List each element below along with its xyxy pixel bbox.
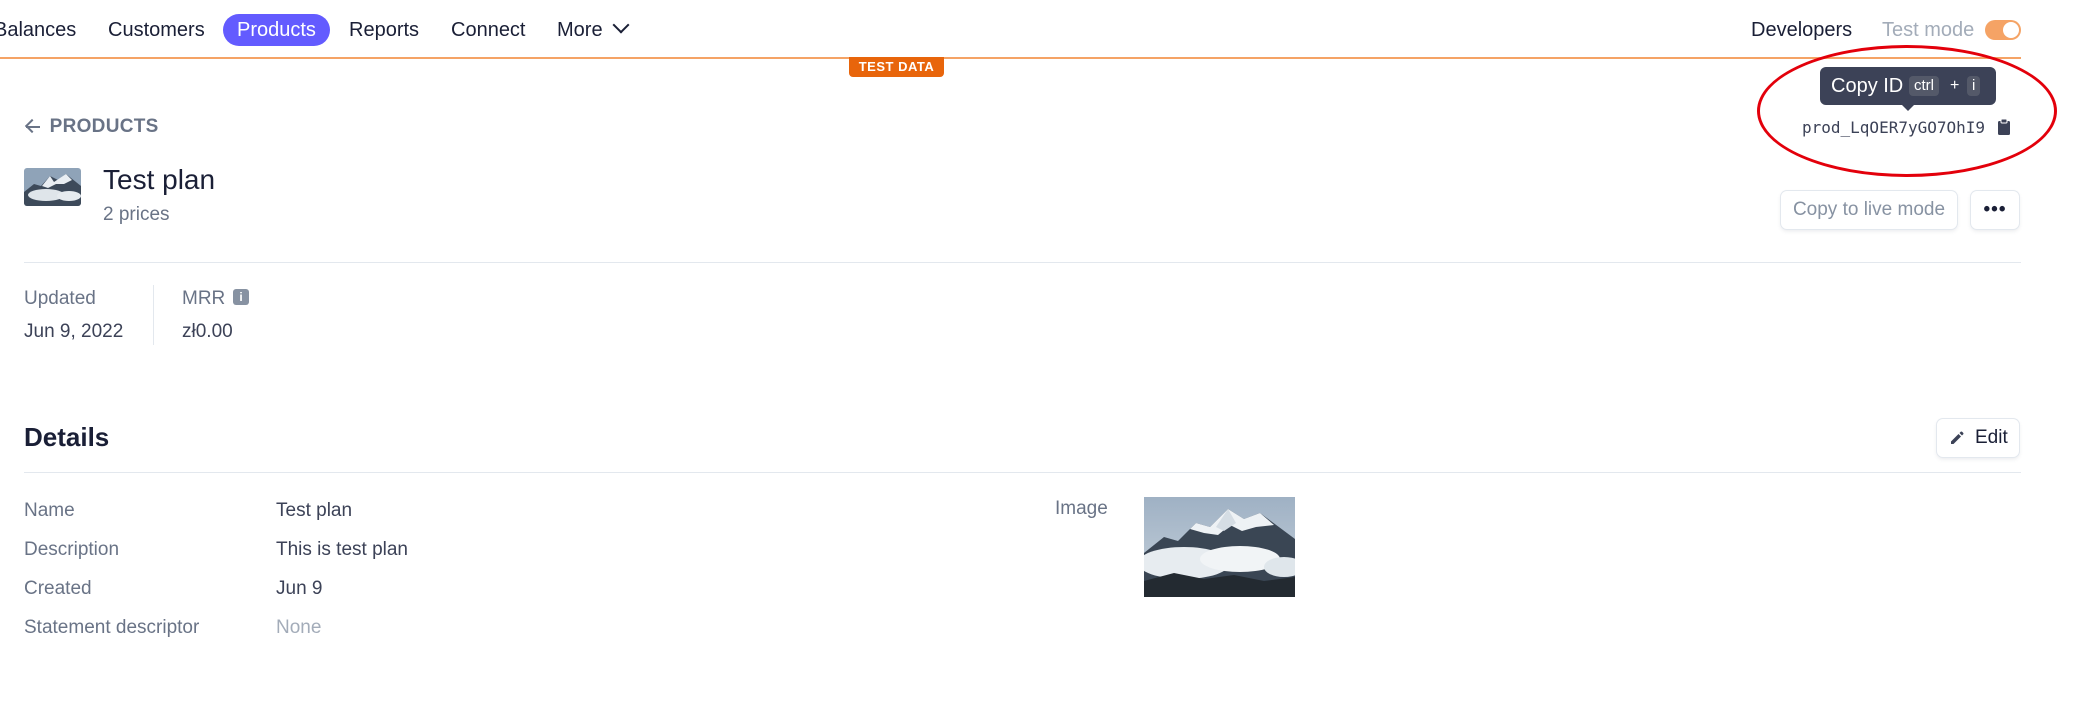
detail-label-description: Description <box>24 539 120 560</box>
detail-value-description: This is test plan <box>276 539 408 560</box>
mrr-value: zł0.00 <box>182 321 233 342</box>
details-divider <box>24 472 2021 473</box>
info-icon[interactable]: i <box>233 289 249 305</box>
highlight-ellipse <box>1757 45 2057 177</box>
product-thumbnail <box>24 168 81 206</box>
stats-divider <box>153 285 154 345</box>
nav-customers[interactable]: Customers <box>108 16 205 44</box>
updated-value: Jun 9, 2022 <box>24 321 124 342</box>
prices-count: 2 prices <box>103 204 170 225</box>
breadcrumb-label: PRODUCTS <box>49 116 159 137</box>
details-title: Details <box>24 422 110 452</box>
page-title: Test plan <box>103 164 216 195</box>
detail-value-created: Jun 9 <box>276 578 323 599</box>
test-mode-toggle[interactable] <box>1985 20 2021 40</box>
detail-value-name: Test plan <box>276 500 353 521</box>
chevron-down-icon <box>612 16 630 34</box>
more-actions-button[interactable]: ••• <box>1971 191 2019 229</box>
header-divider <box>24 262 2021 263</box>
detail-label-statement-descriptor: Statement descriptor <box>24 617 200 638</box>
detail-value-statement-descriptor: None <box>276 617 322 638</box>
nav-products[interactable]: Products <box>223 14 330 46</box>
breadcrumb[interactable]: PRODUCTS <box>24 114 159 140</box>
test-mode-label: Test mode <box>1882 19 1975 41</box>
updated-label: Updated <box>24 288 96 309</box>
arrow-left-icon <box>24 114 44 140</box>
detail-label-created: Created <box>24 578 92 599</box>
top-navigation: Balances Customers Products Reports Conn… <box>0 0 2091 59</box>
nav-balances[interactable]: Balances <box>0 16 76 44</box>
product-image <box>1144 497 1295 597</box>
copy-to-live-mode-button[interactable]: Copy to live mode <box>1781 191 1957 229</box>
image-label: Image <box>1055 498 1108 519</box>
nav-more-label: More <box>557 19 603 41</box>
nav-reports[interactable]: Reports <box>349 16 419 44</box>
edit-label: Edit <box>1975 427 2008 448</box>
mrr-label: MRR <box>182 288 226 309</box>
pencil-icon <box>1951 431 1964 444</box>
nav-developers[interactable]: Developers <box>1751 16 1852 44</box>
edit-button[interactable]: Edit <box>1937 419 2019 457</box>
nav-connect[interactable]: Connect <box>451 16 526 44</box>
nav-more[interactable]: More <box>557 16 630 44</box>
test-data-badge: TEST DATA <box>849 57 944 77</box>
toggle-knob <box>2003 22 2019 38</box>
detail-label-name: Name <box>24 500 75 521</box>
test-mode-border <box>0 57 2021 59</box>
